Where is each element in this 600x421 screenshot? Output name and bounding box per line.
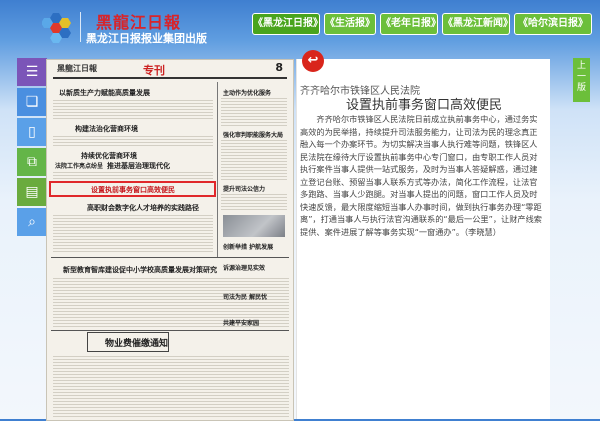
newspaper-headline[interactable]: 高职财会数字化人才培养的实践路径: [87, 203, 199, 213]
newspaper-headline[interactable]: 新型教育智库建设促中小学校高质量发展对策研究: [63, 265, 217, 275]
left-toolbar: ☰ ❏ ▯ ⧉ ▤ ⌕: [17, 58, 47, 238]
newspaper-page[interactable]: 黑龍江日報 专刊 8 以新质生产力赋能高质量发展 构建法治化营商环境 持续优化营…: [46, 59, 294, 421]
newspaper-section: 专刊: [143, 64, 165, 77]
pages-icon[interactable]: ❏: [17, 88, 47, 116]
nav-heilongjiang-news[interactable]: 《黑龙江新闻》: [442, 13, 510, 35]
newspaper-headline[interactable]: 物业费催缴通知: [105, 336, 168, 349]
newspaper-headline[interactable]: 创新举措 护航发展: [223, 242, 273, 251]
text-column: [53, 354, 289, 418]
newspaper-headline[interactable]: 以新质生产力赋能高质量发展: [59, 88, 150, 98]
phone-icon[interactable]: ▯: [17, 118, 47, 146]
back-button[interactable]: ↩: [302, 50, 324, 72]
search-icon[interactable]: ⌕: [17, 208, 47, 236]
article-body: 齐齐哈尔市铁锋区人民法院日前成立执前事务中心，通过务实高效的为民举措，持续提升司…: [300, 114, 542, 237]
nav-senior-daily[interactable]: 《老年日报》: [380, 13, 438, 35]
text-column: [53, 170, 213, 180]
text-column: [221, 96, 287, 126]
article-title: 设置执前事务窗口高效便民: [346, 98, 503, 113]
text-column: [53, 134, 213, 148]
document-icon[interactable]: ▤: [17, 178, 47, 206]
logo-separator: [80, 12, 81, 42]
text-column: [53, 98, 213, 120]
newspaper-headline[interactable]: 持续优化营商环境: [81, 151, 137, 161]
newspaper-headline[interactable]: 诉源治理见实效: [223, 263, 265, 272]
newspaper-headline[interactable]: 法院工作亮点纷呈: [55, 161, 103, 170]
copy-icon[interactable]: ⧉: [17, 148, 47, 176]
logo-subtitle: 黑龙江日报报业集团出版: [86, 32, 207, 45]
text-column: [53, 213, 213, 253]
nav-harbin-daily[interactable]: 《哈尔滨日报》: [514, 13, 592, 35]
newspaper-page-number: 8: [275, 61, 283, 74]
logo-hexagon-icon: [42, 13, 71, 43]
text-column: [221, 192, 287, 212]
newspaper-header: 黑龍江日報 专刊 8: [53, 61, 287, 79]
newspaper-headline[interactable]: 共建平安家园: [223, 318, 259, 327]
nav-heilongjiang-daily[interactable]: 《黑龙江日报》: [252, 13, 320, 35]
newspaper-masthead: 黑龍江日報: [57, 63, 97, 73]
newspaper-headline[interactable]: 司法为民 解民忧: [223, 292, 267, 301]
column-divider: [217, 82, 218, 257]
text-column: [221, 138, 287, 180]
previous-page-tab[interactable]: 上一版: [573, 58, 590, 102]
nav-life-daily[interactable]: 《生活报》: [324, 13, 376, 35]
article-photo: [223, 215, 285, 237]
section-divider: [51, 257, 289, 258]
newspaper-headline[interactable]: 构建法治化营商环境: [75, 124, 138, 134]
newspaper-headline-selected[interactable]: 设置执前事务窗口高效便民: [91, 185, 175, 195]
section-divider: [51, 330, 289, 331]
menu-icon[interactable]: ☰: [17, 58, 47, 86]
